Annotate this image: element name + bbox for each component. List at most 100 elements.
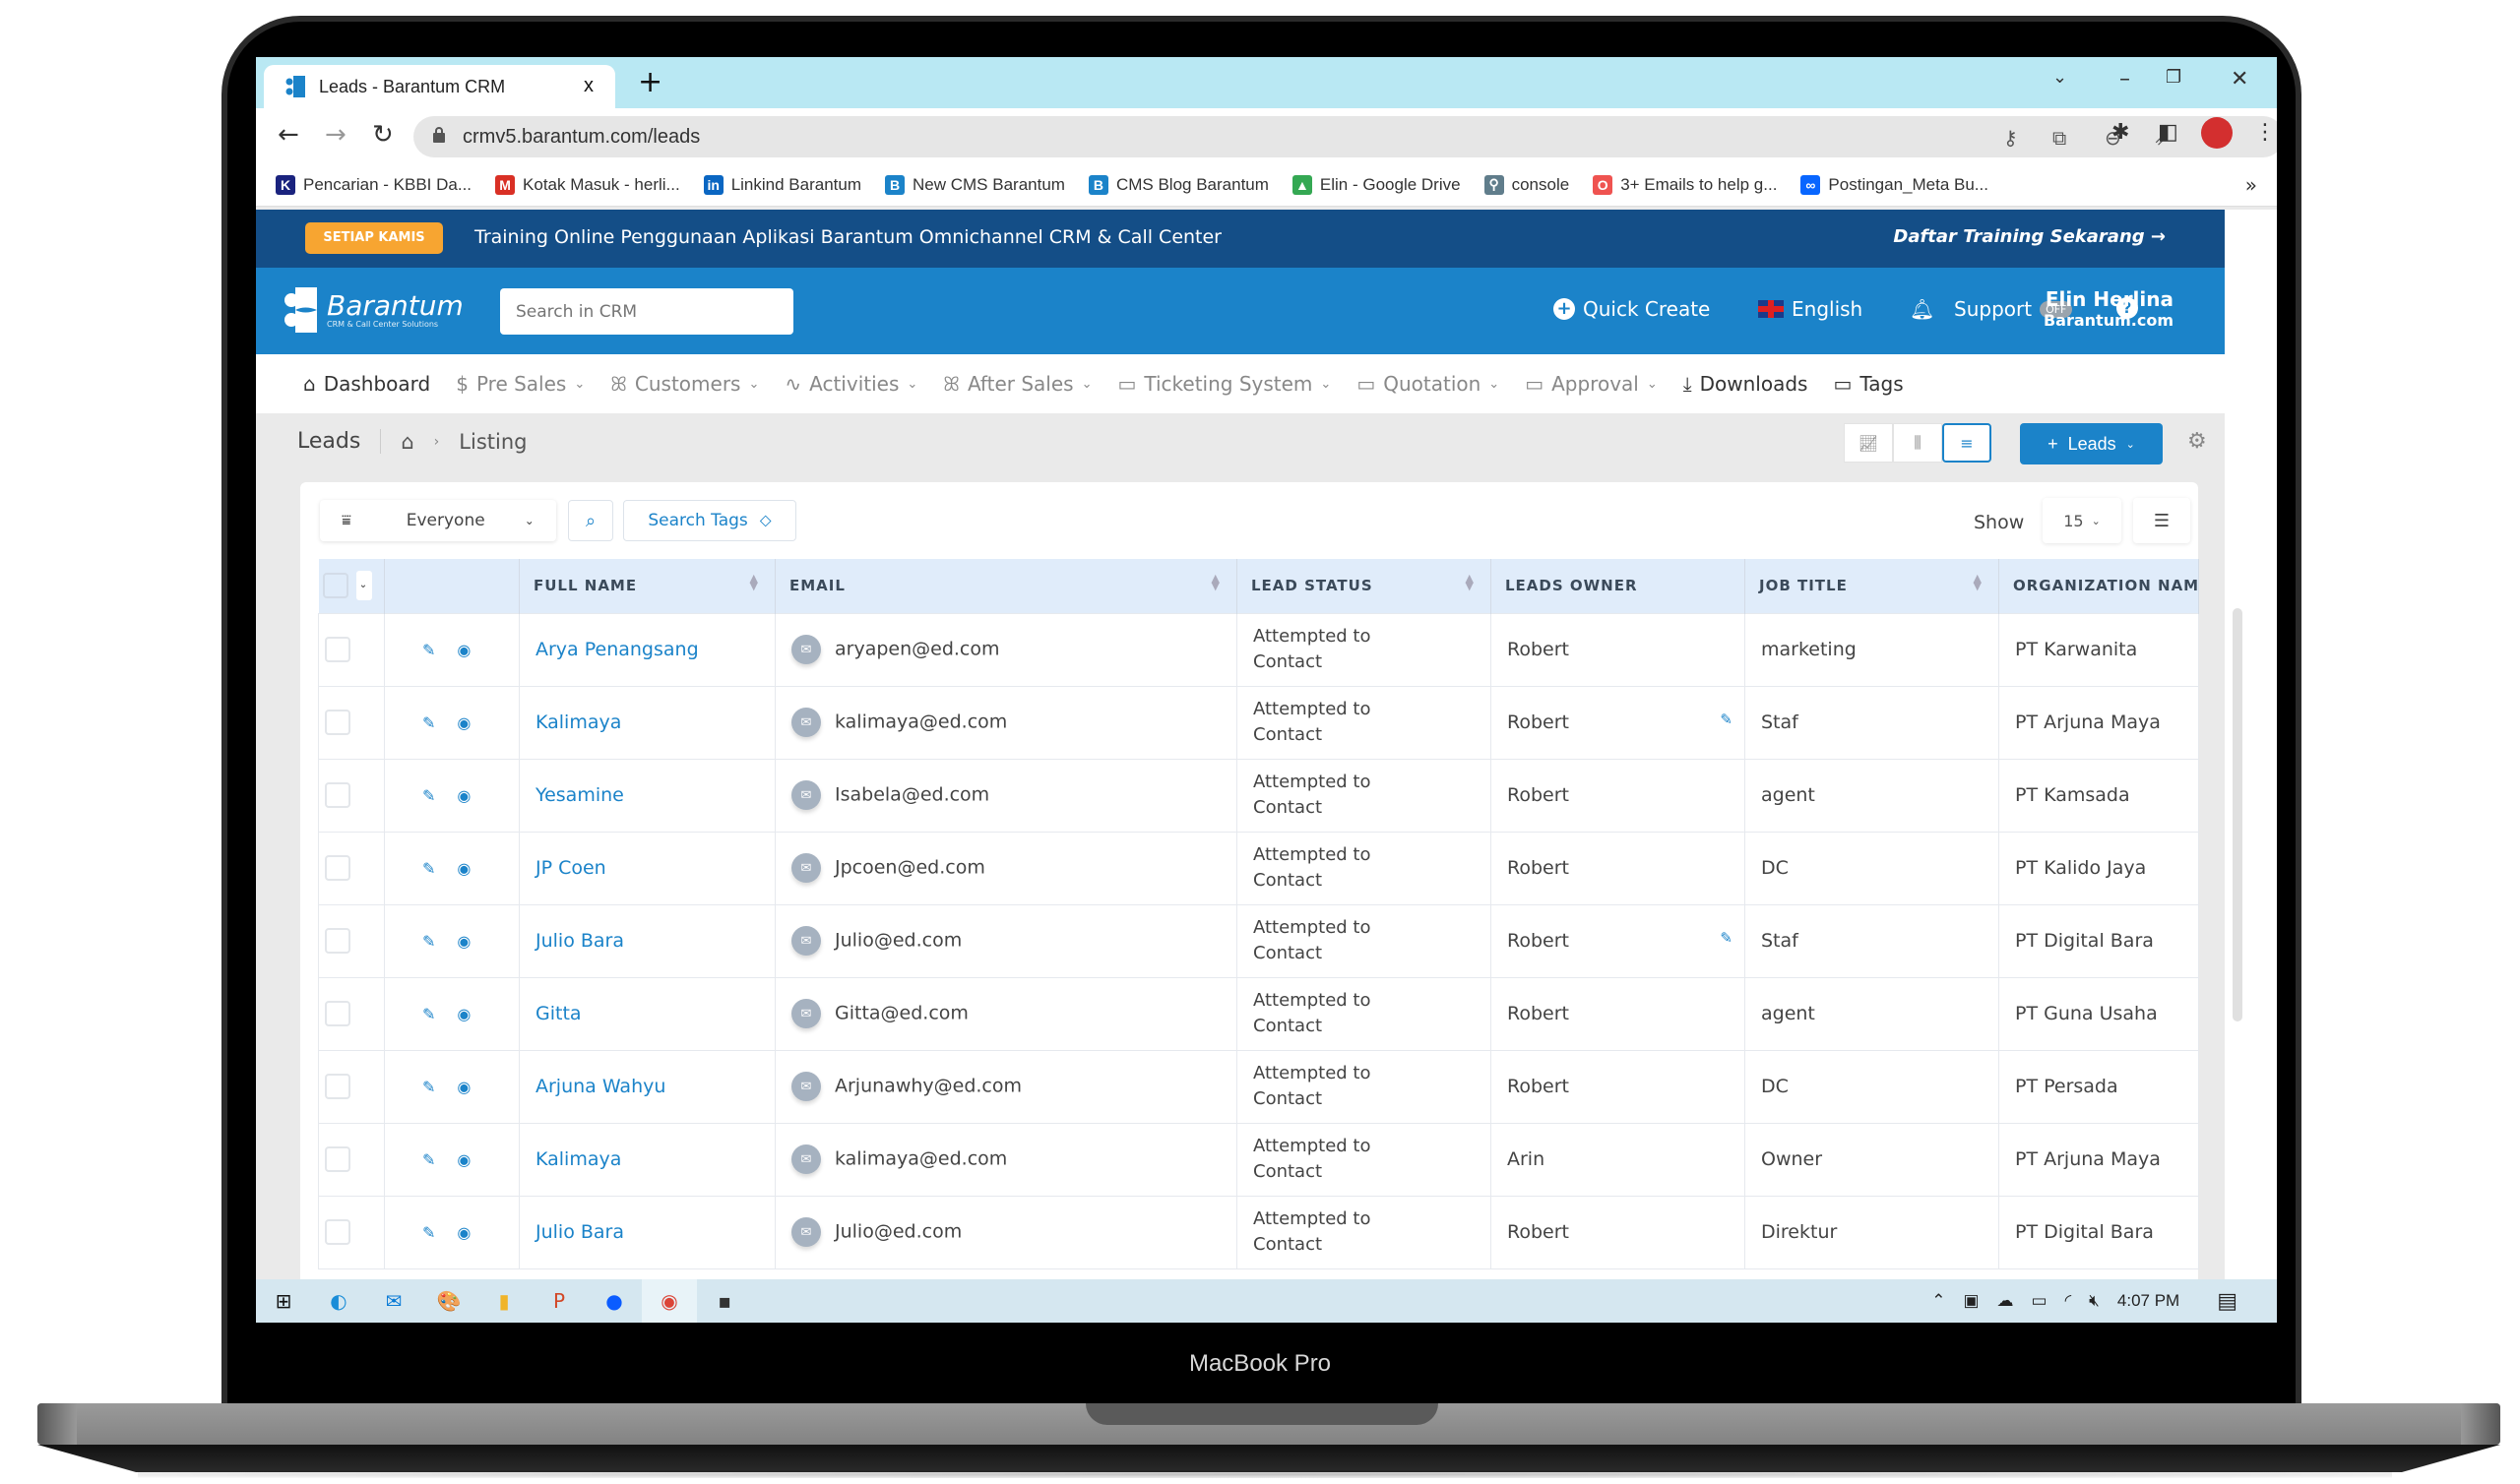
edit-pencil-icon[interactable]: ✎ [422,713,435,732]
mail-icon[interactable]: ✉ [791,926,821,956]
edit-pencil-icon[interactable]: ✎ [422,1078,435,1096]
table-row[interactable]: ✎ ◉ Arya Penangsang ✉ aryapen@ed.com Attempte… [318,612,2199,687]
edit-owner-pencil-icon[interactable]: ✎ [1720,929,1732,947]
row-checkbox[interactable] [325,1146,350,1172]
bookmark-item[interactable]: ⚲ console [1483,174,1569,195]
row-checkbox[interactable] [325,637,350,662]
lead-name-link[interactable]: Yesamine [536,784,624,806]
tray-overflow-icon[interactable]: ⌃ [1931,1291,1945,1311]
edit-pencil-icon[interactable]: ✎ [422,1150,435,1169]
camera-icon[interactable]: ▣ [1963,1291,1979,1311]
view-eye-icon[interactable]: ◉ [457,859,471,878]
language-selector[interactable]: English [1758,297,1862,321]
lead-name-link[interactable]: Julio Bara [536,930,624,952]
table-row[interactable]: ✎ ◉ Gitta ✉ Gitta@ed.com Attempted to Contact… [318,976,2199,1051]
mail-icon[interactable]: ✉ [791,1144,821,1174]
bookmark-item[interactable]: M Kotak Masuk - herli... [495,174,680,195]
browser-tab[interactable]: Leads - Barantum CRM x [264,65,615,108]
lead-name-link[interactable]: Kalimaya [536,711,621,733]
row-checkbox[interactable] [325,855,350,881]
windows-start-icon[interactable]: ⊞ [256,1279,311,1323]
bookmark-item[interactable]: ▲ Elin - Google Drive [1292,174,1461,195]
bookmark-item[interactable]: in Linkind Barantum [703,174,861,195]
edit-pencil-icon[interactable]: ✎ [422,641,435,659]
mail-icon[interactable]: ✉ [791,1217,821,1247]
nav-item-tags[interactable]: ▭ Tags [1833,372,1903,396]
back-icon[interactable]: ← [278,120,299,150]
quick-create-button[interactable]: + Quick Create [1553,297,1710,321]
nav-item-quotation[interactable]: ▭ Quotation ⌄ [1356,372,1499,396]
window-close-icon[interactable]: ✕ [2231,67,2248,92]
column-header-organization-name[interactable]: ORGANIZATION NAM [1998,559,2199,613]
mail-icon[interactable]: ✉ [791,853,821,883]
column-header-leads-owner[interactable]: LEADS OWNER [1490,559,1745,613]
search-tags-button[interactable]: Search Tags ⬦ [623,500,796,541]
lead-name-link[interactable]: JP Coen [536,857,606,879]
address-bar[interactable]: crmv5.barantum.com/leads ⚷ ⧉ ⊖ ⇗ ☆ [413,116,2277,157]
minimize-icon[interactable]: – [2119,67,2130,92]
owner-filter-dropdown[interactable]: ⩸ Everyone ⌄ [320,500,556,541]
notifications-button[interactable]: 🔔︎ [1910,297,1934,321]
edit-pencil-icon[interactable]: ✎ [422,786,435,805]
nav-item-after-sales[interactable]: ꕤ After Sales ⌄ [943,372,1092,396]
password-key-icon[interactable]: ⚷ [2003,126,2018,150]
mail-icon[interactable]: ✉ [791,999,821,1028]
edit-pencil-icon[interactable]: ✎ [422,932,435,951]
kanban-view-button[interactable]: ⫼ [1893,423,1942,463]
lead-name-link[interactable]: Arjuna Wahyu [536,1076,665,1097]
view-eye-icon[interactable]: ◉ [457,713,471,732]
bookmark-item[interactable]: O 3+ Emails to help g... [1593,174,1777,195]
sort-icon[interactable]: ▲ ▼ [1212,573,1221,591]
register-training-link[interactable]: Daftar Training Sekarang → [1893,226,2166,247]
zoom-icon[interactable]: ● [587,1279,642,1323]
tab-close-icon[interactable]: x [584,75,594,97]
add-leads-button[interactable]: + Leads ⌄ [2020,423,2163,464]
volume-muted-icon[interactable]: 🔇︎ [2089,1291,2100,1311]
view-eye-icon[interactable]: ◉ [457,1005,471,1023]
chart-view-button[interactable]: 📈︎ [1844,423,1893,463]
file-explorer-icon[interactable]: ▮ [476,1279,532,1323]
lead-name-link[interactable]: Gitta [536,1003,582,1024]
table-row[interactable]: ✎ ◉ Arjuna Wahyu ✉ Arjunawhy@ed.com Attempted… [318,1049,2199,1124]
crm-search-input[interactable] [500,288,793,335]
mail-icon[interactable]: ✉ [791,635,821,664]
nav-item-customers[interactable]: ꕤ Customers ⌄ [610,372,759,396]
edit-pencil-icon[interactable]: ✎ [422,859,435,878]
restore-icon[interactable]: ❐ [2166,67,2181,88]
chrome-menu-icon[interactable]: ⋮ [2254,120,2276,145]
table-row[interactable]: ✎ ◉ Yesamine ✉ Isabela@ed.com Attempted to Co… [318,758,2199,833]
row-checkbox[interactable] [325,1001,350,1026]
extensions-icon[interactable]: ✱ [2111,120,2129,145]
powerpoint-icon[interactable]: P [532,1279,587,1323]
row-checkbox[interactable] [325,928,350,954]
search-button[interactable]: ⌕ [568,500,613,541]
row-checkbox[interactable] [325,1219,350,1245]
reload-icon[interactable]: ↻ [372,120,394,150]
clock[interactable]: 4:07 PM [2117,1291,2179,1311]
wifi-icon[interactable]: ◜ [2065,1291,2072,1311]
mail-icon[interactable]: ✉ [791,1072,821,1101]
view-eye-icon[interactable]: ◉ [457,1223,471,1242]
column-header-job-title[interactable]: JOB TITLE ▲ ▼ [1744,559,1999,613]
table-row[interactable]: ✎ ◉ JP Coen ✉ Jpcoen@ed.com Attempted to Cont… [318,831,2199,905]
barantum-logo[interactable]: Barantum CRM & Call Center Solutions [284,287,464,333]
sort-icon[interactable]: ▲ ▼ [1974,573,1983,591]
view-eye-icon[interactable]: ◉ [457,786,471,805]
bookmark-item[interactable]: B CMS Blog Barantum [1088,174,1269,195]
edge-icon[interactable]: ◐ [311,1279,366,1323]
edit-pencil-icon[interactable]: ✎ [422,1223,435,1242]
row-checkbox[interactable] [325,782,350,808]
translate-icon[interactable]: ⧉ [2052,126,2066,150]
mail-icon[interactable]: ✉ [791,780,821,810]
bookmarks-overflow-icon[interactable]: » [2245,173,2257,197]
bulk-actions-dropdown[interactable]: ⌄ [355,571,372,601]
nav-item-pre-sales[interactable]: $ Pre Sales ⌄ [456,372,585,396]
mail-icon[interactable]: ✉ [791,708,821,737]
edit-pencil-icon[interactable]: ✎ [422,1005,435,1023]
bookmark-item[interactable]: K Pencarian - KBBI Da... [276,174,472,195]
onedrive-icon[interactable]: ☁ [1997,1291,2014,1311]
side-panel-icon[interactable]: ◧ [2158,120,2178,145]
view-eye-icon[interactable]: ◉ [457,641,471,659]
list-view-button[interactable]: ≡ [1942,423,1991,463]
mail-app-icon[interactable]: ✉ [366,1279,421,1323]
